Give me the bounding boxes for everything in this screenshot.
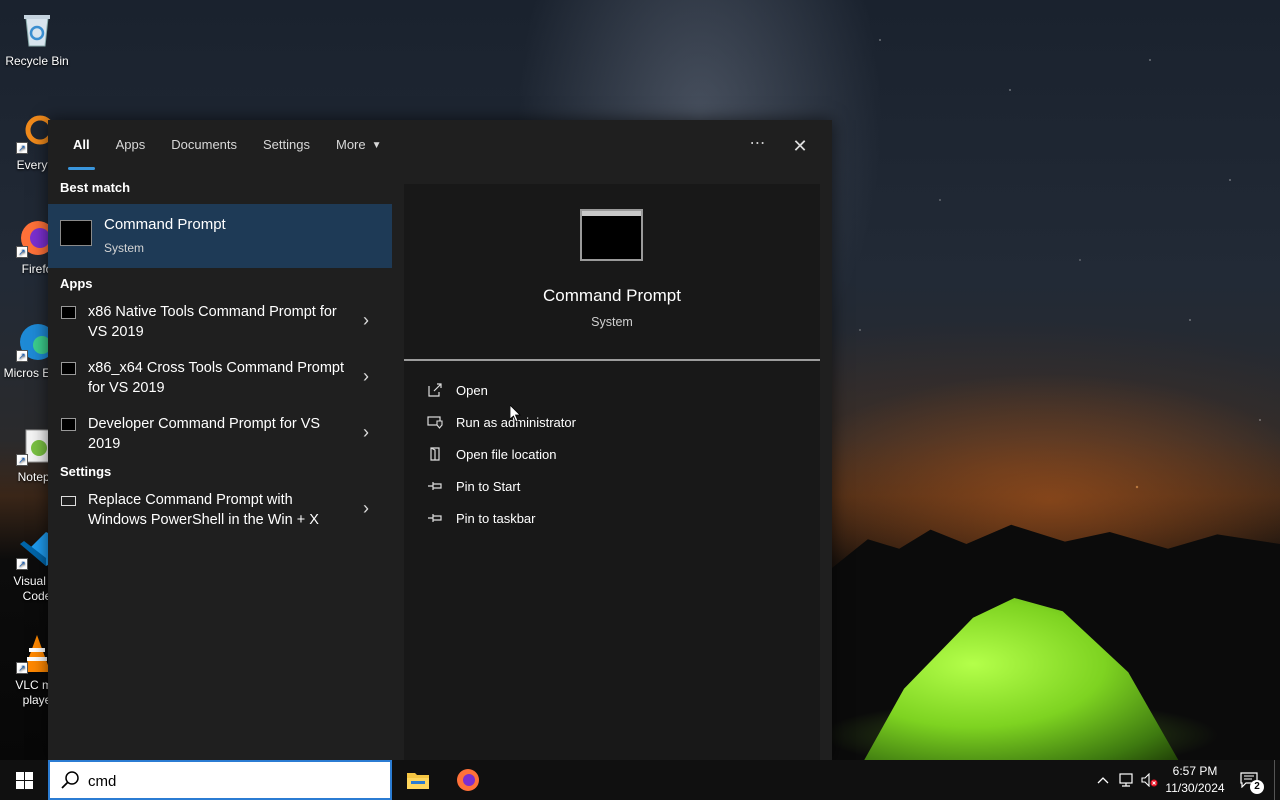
action-open-file-location[interactable]: Open file location <box>426 443 556 465</box>
shortcut-arrow-icon: ↗ <box>16 662 28 674</box>
chevron-right-icon[interactable]: › <box>356 306 376 334</box>
chevron-right-icon[interactable]: › <box>356 418 376 446</box>
preview-pane: Command Prompt System Open Run as admini… <box>404 184 820 760</box>
file-location-icon <box>426 446 444 462</box>
shortcut-arrow-icon: ↗ <box>16 454 28 466</box>
windows-logo-icon <box>15 771 33 789</box>
network-icon <box>1119 773 1133 787</box>
tab-apps[interactable]: Apps <box>103 120 159 172</box>
shortcut-arrow-icon: ↗ <box>16 350 28 362</box>
command-prompt-icon <box>61 418 76 431</box>
taskbar-settings-icon <box>61 496 76 506</box>
open-external-icon <box>426 382 444 398</box>
best-match-heading: Best match <box>60 180 131 195</box>
taskbar-clock[interactable]: 6:57 PM 11/30/2024 <box>1160 763 1230 797</box>
best-match-item[interactable]: Command Prompt System <box>48 204 392 268</box>
folder-icon <box>407 773 429 789</box>
show-hidden-icons-button[interactable] <box>1094 760 1112 800</box>
caret-down-icon: ▼ <box>371 140 382 151</box>
firefox-icon <box>457 769 479 791</box>
tab-all[interactable]: All <box>60 120 103 172</box>
best-match-title: Command Prompt <box>104 216 226 233</box>
chevron-up-icon <box>1097 777 1109 784</box>
pin-icon <box>426 510 444 526</box>
result-item-developer-command-prompt[interactable]: Developer Command Prompt for VS 2019 › <box>48 412 392 468</box>
result-label: Replace Command Prompt with Windows Powe… <box>88 492 319 528</box>
desktop-icon-label: Recycle Bin <box>5 54 69 68</box>
action-pin-to-start[interactable]: Pin to Start <box>426 475 520 497</box>
command-prompt-icon <box>60 220 92 246</box>
shortcut-arrow-icon: ↗ <box>16 142 28 154</box>
clock-date: 11/30/2024 <box>1165 781 1225 795</box>
search-icon <box>61 771 79 789</box>
tab-settings[interactable]: Settings <box>250 120 323 172</box>
result-item-x86-x64-cross-tools[interactable]: x86_x64 Cross Tools Command Prompt for V… <box>48 356 392 412</box>
results-list: Best match Command Prompt System Apps x8… <box>48 172 392 544</box>
show-desktop-button[interactable] <box>1274 760 1280 800</box>
search-input[interactable] <box>88 770 378 792</box>
action-label: Pin to Start <box>456 478 521 494</box>
action-center-button[interactable]: 2 <box>1238 760 1264 800</box>
taskbar: 6:57 PM 11/30/2024 2 <box>0 760 1280 800</box>
preview-title: Command Prompt <box>543 286 681 305</box>
notification-count-badge: 2 <box>1250 780 1264 794</box>
desktop-icon-recycle-bin[interactable]: Recycle Bin <box>0 8 74 69</box>
command-prompt-icon <box>61 306 76 319</box>
result-label: x86 Native Tools Command Prompt for VS 2… <box>88 304 337 340</box>
start-button[interactable] <box>0 760 48 800</box>
admin-shield-icon <box>426 414 444 430</box>
tab-more[interactable]: More ▼ <box>323 120 395 172</box>
action-label: Pin to taskbar <box>456 510 536 526</box>
apps-heading: Apps <box>60 276 93 291</box>
chevron-right-icon[interactable]: › <box>356 494 376 522</box>
preview-divider <box>404 359 820 361</box>
search-tabs: All Apps Documents Settings More ▼ <box>48 120 832 172</box>
action-pin-to-taskbar[interactable]: Pin to taskbar <box>426 507 536 529</box>
best-match-subtitle: System <box>104 241 145 255</box>
result-label: x86_x64 Cross Tools Command Prompt for V… <box>88 360 345 396</box>
command-prompt-large-icon <box>580 209 643 261</box>
recycle-bin-icon <box>16 8 58 50</box>
shortcut-arrow-icon: ↗ <box>16 558 28 570</box>
clock-time: 6:57 PM <box>1172 764 1218 778</box>
shortcut-arrow-icon: ↗ <box>16 246 28 258</box>
result-item-replace-command-prompt[interactable]: Replace Command Prompt with Windows Powe… <box>48 488 392 544</box>
close-button[interactable]: ✕ <box>784 132 816 160</box>
volume-button[interactable] <box>1140 760 1160 800</box>
chevron-right-icon[interactable]: › <box>356 362 376 390</box>
taskbar-firefox[interactable] <box>444 760 492 800</box>
action-label: Open file location <box>456 446 557 462</box>
more-options-button[interactable]: ⋯ <box>742 132 774 160</box>
network-status-button[interactable] <box>1116 760 1136 800</box>
search-panel: All Apps Documents Settings More ▼ ⋯ ✕ Be… <box>48 120 832 760</box>
tab-documents[interactable]: Documents <box>158 120 250 172</box>
taskbar-file-explorer[interactable] <box>394 760 442 800</box>
result-label: Developer Command Prompt for VS 2019 <box>88 416 321 452</box>
pin-icon <box>426 478 444 494</box>
action-open[interactable]: Open <box>426 379 488 401</box>
preview-subtitle: System <box>591 315 633 329</box>
mouse-cursor-icon <box>510 405 521 423</box>
action-label: Open <box>456 382 488 398</box>
result-item-x86-native-tools[interactable]: x86 Native Tools Command Prompt for VS 2… <box>48 300 392 356</box>
volume-muted-icon <box>1141 773 1158 787</box>
action-run-as-administrator[interactable]: Run as administrator <box>426 411 576 433</box>
taskbar-search-box[interactable] <box>48 760 392 800</box>
command-prompt-icon <box>61 362 76 375</box>
